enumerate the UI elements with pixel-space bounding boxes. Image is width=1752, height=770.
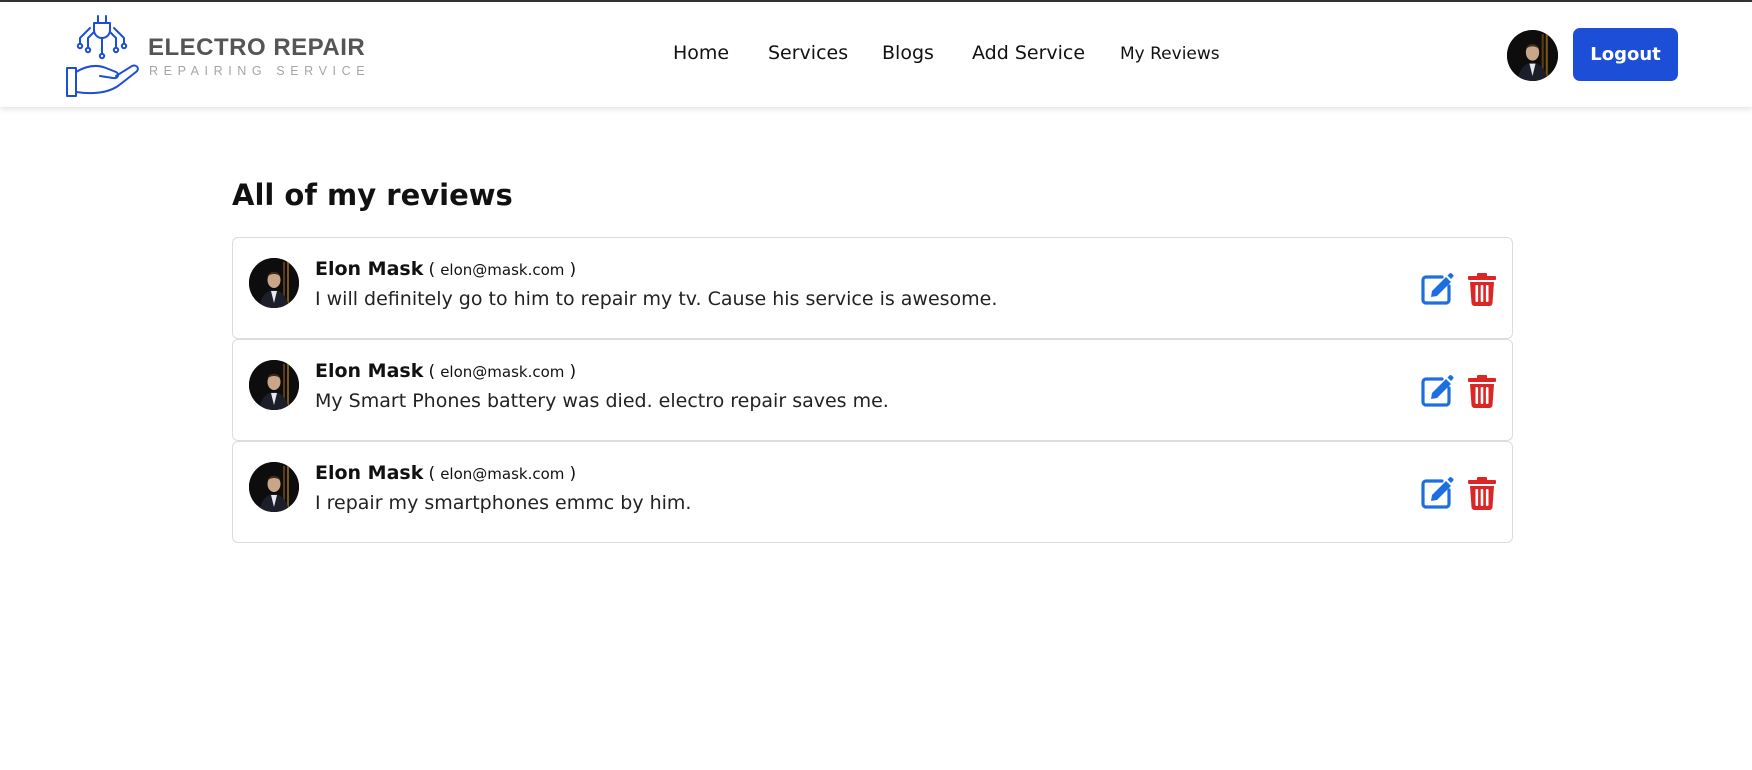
page-title: All of my reviews: [232, 178, 513, 212]
review-header: Elon Mask ( elon@mask.com ): [315, 360, 576, 382]
main-nav: Home Services Blogs Add Service My Revie…: [0, 42, 1752, 72]
reviewer-avatar: [249, 360, 299, 410]
review-card: Elon Mask ( elon@mask.com ) My Smart Pho…: [232, 339, 1513, 441]
site-header: ELECTRO REPAIR REPAIRING SERVICE Home Se…: [0, 2, 1752, 107]
email-close-paren: ): [569, 464, 577, 484]
user-avatar[interactable]: [1507, 30, 1558, 81]
nav-add-service[interactable]: Add Service: [972, 42, 1085, 64]
reviewer-name: Elon Mask: [315, 462, 424, 484]
logout-button[interactable]: Logout: [1573, 28, 1678, 81]
nav-my-reviews[interactable]: My Reviews: [1120, 44, 1220, 64]
email-open-paren: (: [428, 260, 436, 280]
nav-services[interactable]: Services: [768, 42, 848, 64]
trash-icon[interactable]: [1467, 272, 1497, 306]
review-card: Elon Mask ( elon@mask.com ) I repair my …: [232, 441, 1513, 543]
edit-icon[interactable]: [1420, 272, 1454, 306]
review-text: I repair my smartphones emmc by him.: [315, 492, 692, 514]
reviewer-avatar: [249, 462, 299, 512]
avatar-portrait-icon: [1507, 30, 1558, 81]
nav-home[interactable]: Home: [673, 42, 729, 64]
reviewer-email: elon@mask.com: [440, 363, 565, 381]
avatar-portrait-icon: [249, 360, 299, 410]
reviewer-avatar: [249, 258, 299, 308]
email-close-paren: ): [569, 260, 577, 280]
avatar-portrait-icon: [249, 258, 299, 308]
trash-icon[interactable]: [1467, 476, 1497, 510]
edit-icon[interactable]: [1420, 476, 1454, 510]
email-open-paren: (: [428, 362, 436, 382]
nav-blogs[interactable]: Blogs: [882, 42, 934, 64]
review-text: I will definitely go to him to repair my…: [315, 288, 998, 310]
review-header: Elon Mask ( elon@mask.com ): [315, 258, 576, 280]
review-text: My Smart Phones battery was died. electr…: [315, 390, 889, 412]
reviewer-name: Elon Mask: [315, 360, 424, 382]
review-card: Elon Mask ( elon@mask.com ) I will defin…: [232, 237, 1513, 339]
trash-icon[interactable]: [1467, 374, 1497, 408]
email-open-paren: (: [428, 464, 436, 484]
reviewer-email: elon@mask.com: [440, 261, 565, 279]
reviews-list: Elon Mask ( elon@mask.com ) I will defin…: [232, 237, 1513, 543]
reviewer-name: Elon Mask: [315, 258, 424, 280]
review-header: Elon Mask ( elon@mask.com ): [315, 462, 576, 484]
email-close-paren: ): [569, 362, 577, 382]
edit-icon[interactable]: [1420, 374, 1454, 408]
reviewer-email: elon@mask.com: [440, 465, 565, 483]
avatar-portrait-icon: [249, 462, 299, 512]
